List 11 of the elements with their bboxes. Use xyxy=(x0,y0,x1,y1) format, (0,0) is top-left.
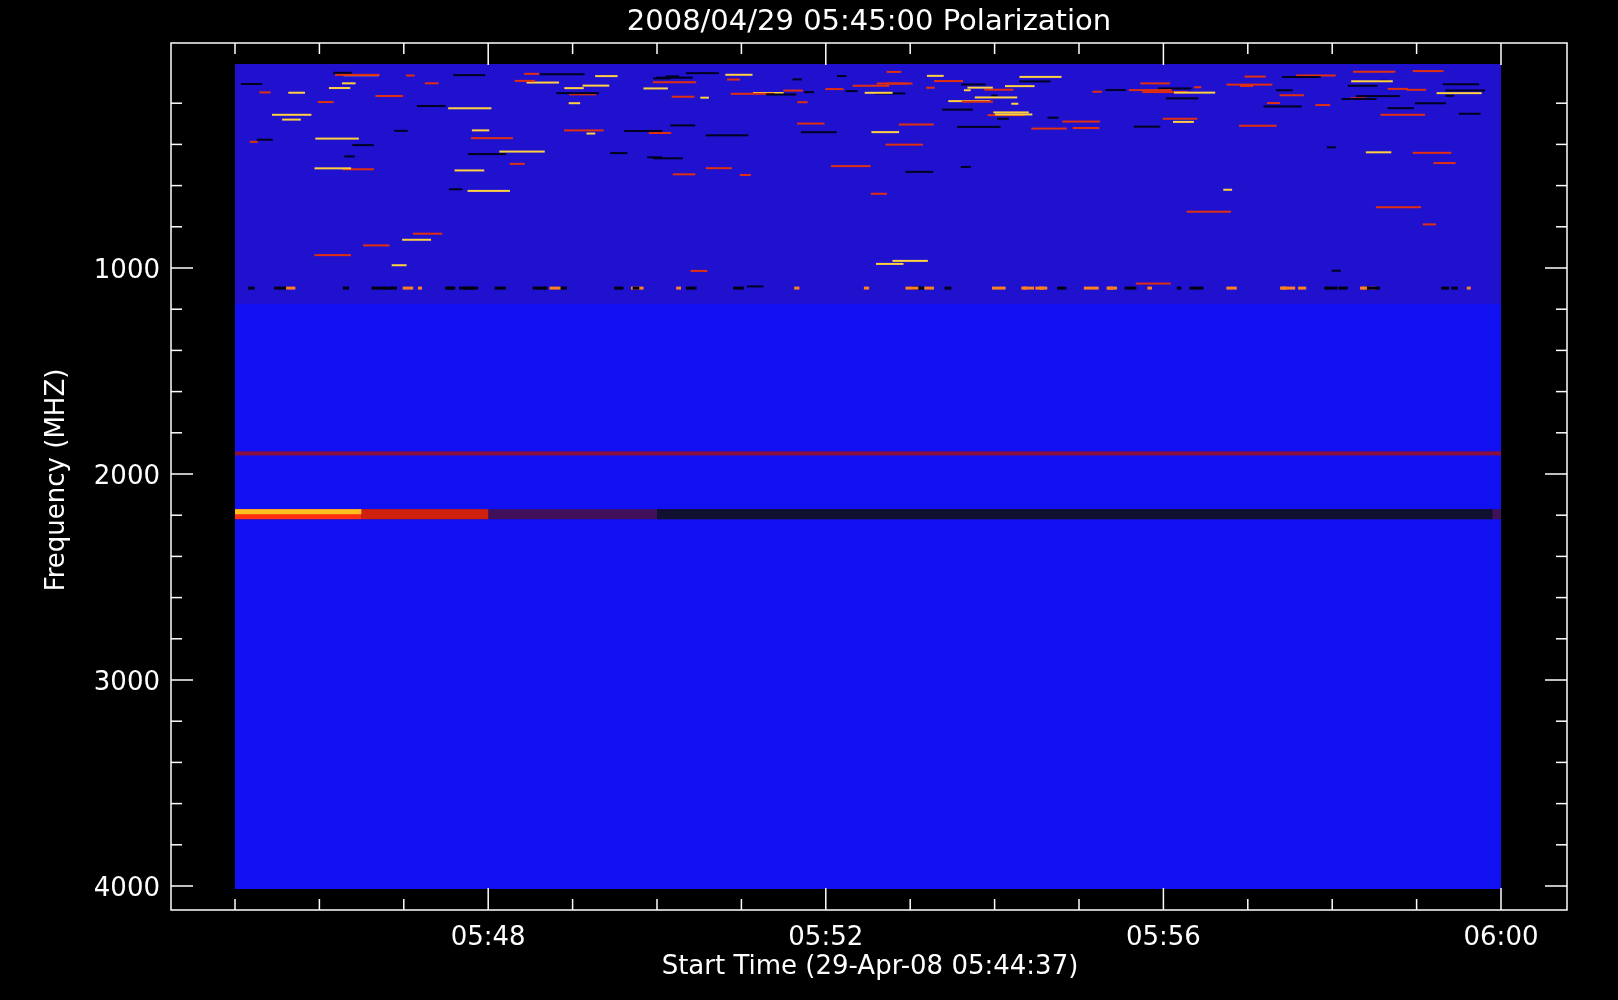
y-tick-label: 3000 xyxy=(93,666,160,696)
y-tick-label: 2000 xyxy=(93,460,160,490)
y-tick-label: 4000 xyxy=(93,872,160,902)
chart-title: 2008/04/29 05:45:00 Polarization xyxy=(626,3,1112,37)
x-tick-label: 06:00 xyxy=(1463,921,1539,951)
y-tick-label: 1000 xyxy=(93,254,160,284)
x-tick-label: 05:56 xyxy=(1125,921,1201,951)
y-axis-label: Frequency (MHZ) xyxy=(40,368,70,592)
x-axis-label: Start Time (29-Apr-08 05:44:37) xyxy=(661,950,1079,980)
x-tick-label: 05:52 xyxy=(788,921,864,951)
x-tick-label: 05:48 xyxy=(450,921,526,951)
